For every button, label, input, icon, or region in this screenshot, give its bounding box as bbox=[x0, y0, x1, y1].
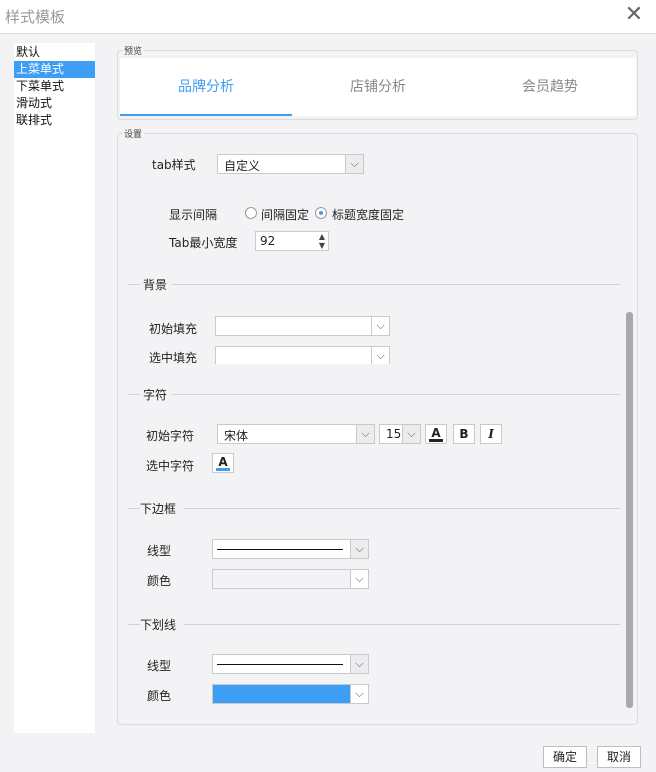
preview-tab-brand[interactable]: 品牌分析 bbox=[120, 58, 292, 116]
font-size-select[interactable]: 15 ⌵ bbox=[379, 424, 421, 444]
style-item-bottom-menu[interactable]: 下菜单式 bbox=[14, 78, 95, 95]
border-divider-left bbox=[128, 508, 140, 509]
font-section-title: 字符 bbox=[143, 388, 168, 402]
chevron-down-icon[interactable]: ⌵ bbox=[356, 425, 374, 443]
font-divider-left bbox=[128, 394, 140, 395]
background-section-title: 背景 bbox=[143, 278, 168, 292]
preview-tab-member[interactable]: 会员趋势 bbox=[464, 58, 636, 116]
font-family-select[interactable]: 宋体 ⌵ bbox=[217, 424, 375, 444]
bottom-border-section-title: 下边框 bbox=[140, 502, 177, 516]
min-width-value: 92 bbox=[260, 234, 276, 248]
font-color-icon: A bbox=[431, 426, 441, 440]
preview-tabs: 品牌分析 店铺分析 会员趋势 bbox=[120, 58, 636, 116]
preview-label: 预览 bbox=[122, 44, 145, 57]
underline-color-swatch bbox=[213, 685, 350, 703]
tab-style-value: 自定义 bbox=[224, 159, 261, 173]
chevron-down-icon[interactable]: ⌵ bbox=[350, 655, 368, 673]
selected-font-color-button[interactable]: A bbox=[212, 453, 234, 473]
initial-fill-label: 初始填充 bbox=[149, 322, 198, 336]
settings-scrollbar[interactable] bbox=[626, 312, 633, 708]
solid-line-preview bbox=[217, 549, 343, 550]
border-color-select[interactable]: ⌵ bbox=[212, 569, 369, 589]
title-bar bbox=[0, 0, 656, 34]
chevron-down-icon[interactable]: ⌵ bbox=[350, 570, 368, 588]
initial-fill-select[interactable]: ⌵ bbox=[215, 316, 390, 336]
initial-font-label: 初始字符 bbox=[146, 429, 195, 443]
font-divider-right bbox=[172, 394, 620, 395]
font-color-swatch bbox=[429, 439, 443, 442]
radio-fixed-spacing-label: 间隔固定 bbox=[261, 208, 310, 222]
spacing-label: 显示间隔 bbox=[169, 208, 218, 222]
font-color-icon: A bbox=[218, 455, 228, 469]
style-item-slide[interactable]: 滑动式 bbox=[14, 95, 95, 112]
style-item-default[interactable]: 默认 bbox=[14, 44, 95, 61]
chevron-down-icon[interactable]: ⌵ bbox=[350, 540, 368, 558]
font-family-value: 宋体 bbox=[224, 429, 249, 443]
selected-fill-select[interactable]: ⌵ bbox=[215, 346, 390, 364]
underline-line-style-select[interactable]: ⌵ bbox=[212, 654, 369, 674]
underline-divider-right bbox=[184, 624, 620, 625]
tab-style-select[interactable]: 自定义 ⌵ bbox=[217, 154, 364, 174]
chevron-down-icon[interactable]: ⌵ bbox=[350, 685, 368, 703]
chevron-down-icon[interactable]: ⌵ bbox=[402, 425, 420, 443]
underline-color-select[interactable]: ⌵ bbox=[212, 684, 369, 704]
border-line-style-select[interactable]: ⌵ bbox=[212, 539, 369, 559]
background-divider-left bbox=[128, 284, 140, 285]
border-color-label: 颜色 bbox=[147, 574, 172, 588]
style-item-inline[interactable]: 联排式 bbox=[14, 112, 95, 129]
underline-color-label: 颜色 bbox=[147, 689, 172, 703]
radio-fixed-title-width-label: 标题宽度固定 bbox=[332, 208, 405, 222]
step-down-icon[interactable]: ▼ bbox=[316, 241, 328, 250]
style-item-top-menu[interactable]: 上菜单式 bbox=[14, 61, 95, 78]
italic-button[interactable]: I bbox=[480, 424, 502, 444]
font-color-button[interactable]: A bbox=[425, 424, 447, 444]
window-title: 样式模板 bbox=[5, 8, 66, 26]
cancel-button[interactable]: 取消 bbox=[597, 746, 641, 768]
min-width-stepper[interactable]: 92 ▲ ▼ bbox=[255, 231, 329, 251]
radio-fixed-title-width[interactable] bbox=[315, 207, 327, 219]
preview-active-underline bbox=[120, 114, 292, 116]
radio-fixed-spacing[interactable] bbox=[245, 207, 257, 219]
settings-label: 设置 bbox=[122, 127, 145, 140]
step-up-icon[interactable]: ▲ bbox=[316, 232, 328, 241]
border-line-style-label: 线型 bbox=[147, 544, 172, 558]
selected-font-label: 选中字符 bbox=[146, 459, 195, 473]
underline-section-title: 下划线 bbox=[140, 618, 177, 632]
style-list: 默认 上菜单式 下菜单式 滑动式 联排式 bbox=[14, 43, 95, 733]
tab-style-label: tab样式 bbox=[152, 158, 196, 172]
chevron-down-icon[interactable]: ⌵ bbox=[371, 317, 389, 335]
selected-fill-label: 选中填充 bbox=[149, 351, 198, 365]
min-width-label: Tab最小宽度 bbox=[169, 236, 238, 250]
border-divider-right bbox=[184, 508, 620, 509]
solid-line-preview bbox=[217, 664, 343, 665]
chevron-down-icon[interactable]: ⌵ bbox=[371, 347, 389, 364]
underline-line-style-label: 线型 bbox=[147, 659, 172, 673]
chevron-down-icon[interactable]: ⌵ bbox=[345, 155, 363, 173]
background-divider-right bbox=[172, 284, 620, 285]
ok-button[interactable]: 确定 bbox=[543, 746, 587, 768]
bold-button[interactable]: B bbox=[453, 424, 475, 444]
preview-tab-store[interactable]: 店铺分析 bbox=[292, 58, 464, 116]
underline-divider-left bbox=[128, 624, 140, 625]
close-icon[interactable]: ✕ bbox=[622, 2, 646, 28]
font-size-value: 15 bbox=[386, 427, 402, 441]
selected-font-color-swatch bbox=[216, 468, 230, 471]
